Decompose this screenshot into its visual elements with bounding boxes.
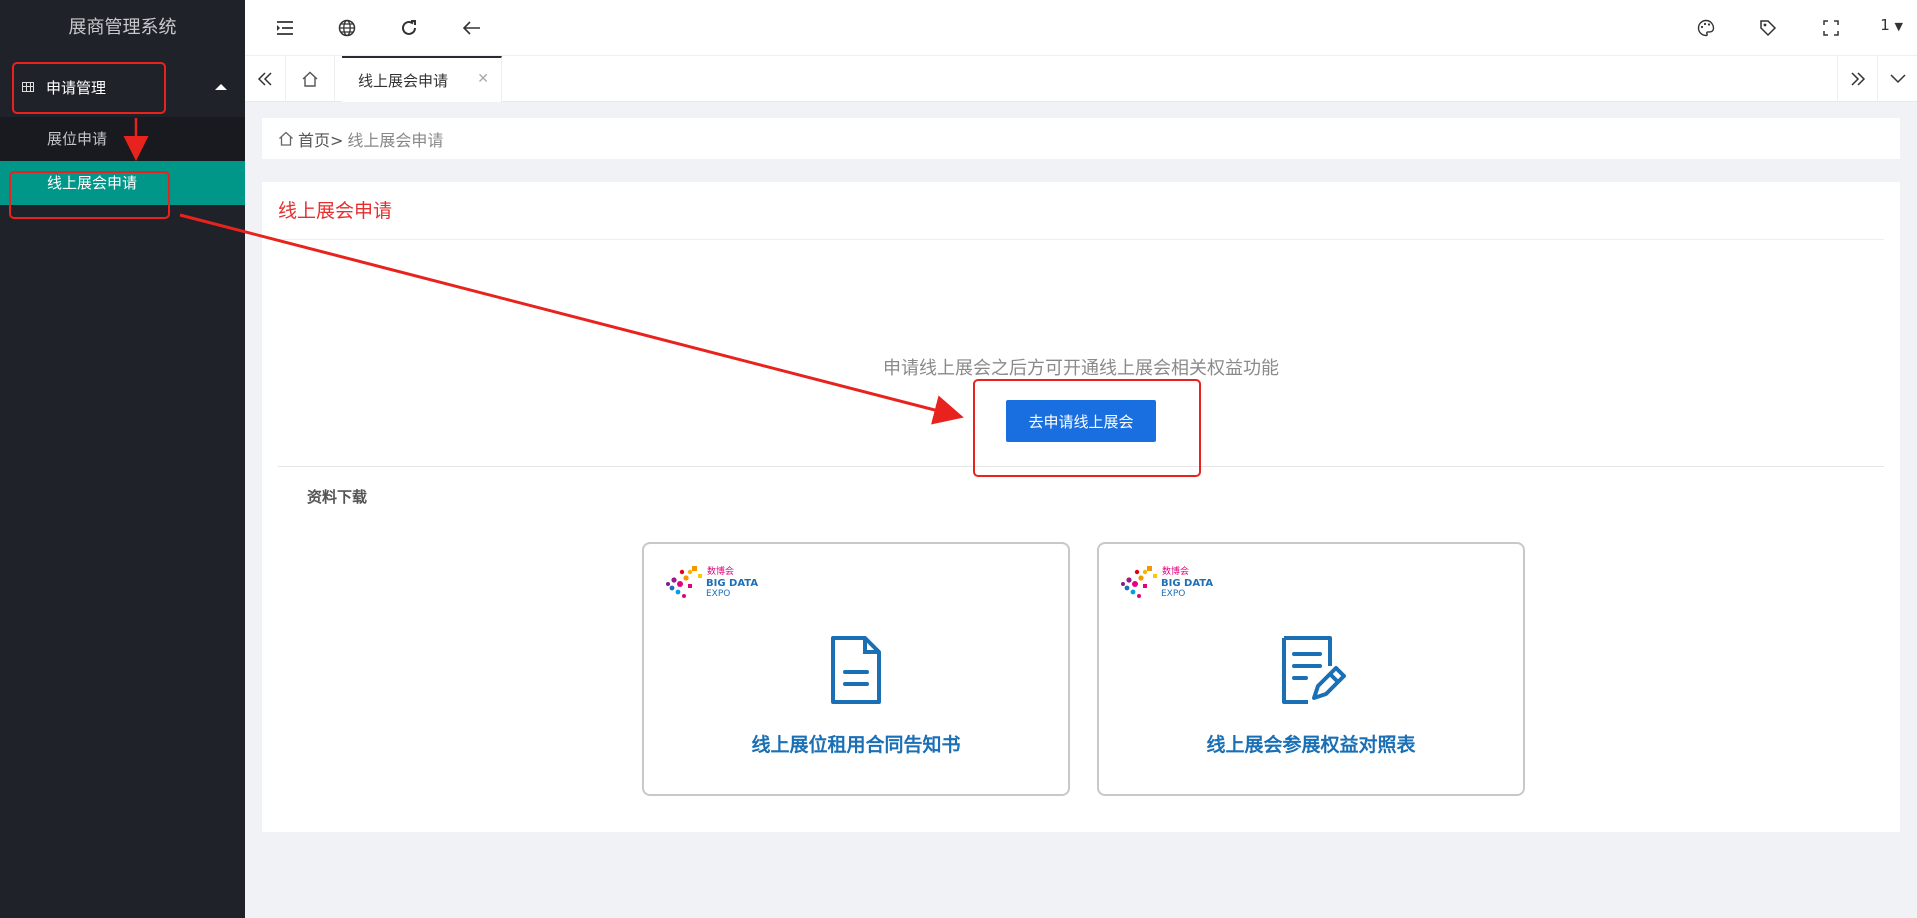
document-icon	[819, 634, 891, 706]
logo-text-cn: 数博会	[1162, 565, 1189, 577]
user-label: 1	[1880, 16, 1890, 34]
menu-collapse-icon[interactable]	[273, 16, 297, 40]
refresh-icon[interactable]	[397, 16, 421, 40]
edit-document-icon	[1274, 634, 1346, 706]
palette-icon[interactable]	[1694, 16, 1718, 40]
title-divider	[278, 239, 1884, 240]
submenu: 展位申请 线上展会申请	[0, 117, 245, 205]
logo-text-line3: EXPO	[706, 589, 730, 599]
big-data-expo-logo: 数博会 BIG DATA EXPO	[1115, 558, 1225, 608]
scroll-tabs-right-icon[interactable]	[1837, 56, 1877, 102]
tab-options-chevron-down-icon[interactable]	[1877, 56, 1917, 102]
fullscreen-icon[interactable]	[1819, 16, 1843, 40]
breadcrumb-home[interactable]: 首页>	[298, 127, 343, 151]
menu-group-label: 申请管理	[46, 78, 107, 97]
back-arrow-icon[interactable]	[460, 16, 484, 40]
caret-up-icon	[215, 84, 227, 90]
sidebar-item-booth-application[interactable]: 展位申请	[0, 117, 245, 161]
page-title: 线上展会申请	[278, 200, 393, 222]
main-panel: 线上展会申请 申请线上展会之后方可开通线上展会相关权益功能 去申请线上展会 资料…	[262, 182, 1900, 832]
section-divider	[278, 466, 1884, 467]
home-tab-icon[interactable]	[285, 56, 335, 102]
download-card-benefits-table[interactable]: 数博会 BIG DATA EXPO 线上展会参展权益对照表	[1097, 542, 1525, 796]
tab-online-expo-application[interactable]: 线上展会申请 ✕	[342, 56, 502, 102]
download-card-lease-notice[interactable]: 数博会 BIG DATA EXPO 线上展位租用合同告知书	[642, 542, 1070, 796]
scroll-tabs-left-icon[interactable]	[245, 56, 285, 102]
home-icon[interactable]	[278, 131, 294, 146]
notice-text: 申请线上展会之后方可开通线上展会相关权益功能	[883, 358, 1279, 379]
sidebar-item-online-expo-application[interactable]: 线上展会申请	[0, 161, 245, 205]
grid-icon	[22, 82, 34, 92]
app-title: 展商管理系统	[68, 17, 177, 38]
logo-text-line3: EXPO	[1161, 589, 1185, 599]
logo-text-line2: BIG DATA	[706, 578, 758, 589]
tag-icon[interactable]	[1756, 16, 1780, 40]
globe-icon[interactable]	[335, 16, 359, 40]
big-data-expo-logo: 数博会 BIG DATA EXPO	[660, 558, 770, 608]
sidebar: 展商管理系统 申请管理 展位申请 线上展会申请	[0, 0, 245, 918]
logo-text-line2: BIG DATA	[1161, 578, 1213, 589]
menu-group-application-management[interactable]: 申请管理	[0, 57, 245, 117]
caret-down-icon: ▼	[1894, 20, 1903, 33]
top-header: 1 ▼	[245, 0, 1917, 56]
card-title: 线上展位租用合同告知书	[751, 734, 961, 756]
breadcrumb-current: 线上展会申请	[347, 130, 444, 150]
user-menu[interactable]: 1 ▼	[1880, 16, 1903, 34]
tab-bar: 线上展会申请 ✕	[245, 56, 1917, 102]
tab-label: 线上展会申请	[358, 71, 449, 90]
card-title: 线上展会参展权益对照表	[1206, 734, 1416, 756]
apply-online-expo-button[interactable]: 去申请线上展会	[1006, 400, 1156, 442]
logo-text-cn: 数博会	[707, 565, 734, 577]
breadcrumb: 首页> 线上展会申请	[262, 118, 1900, 159]
downloads-label: 资料下载	[307, 488, 368, 506]
close-icon[interactable]: ✕	[477, 71, 489, 87]
